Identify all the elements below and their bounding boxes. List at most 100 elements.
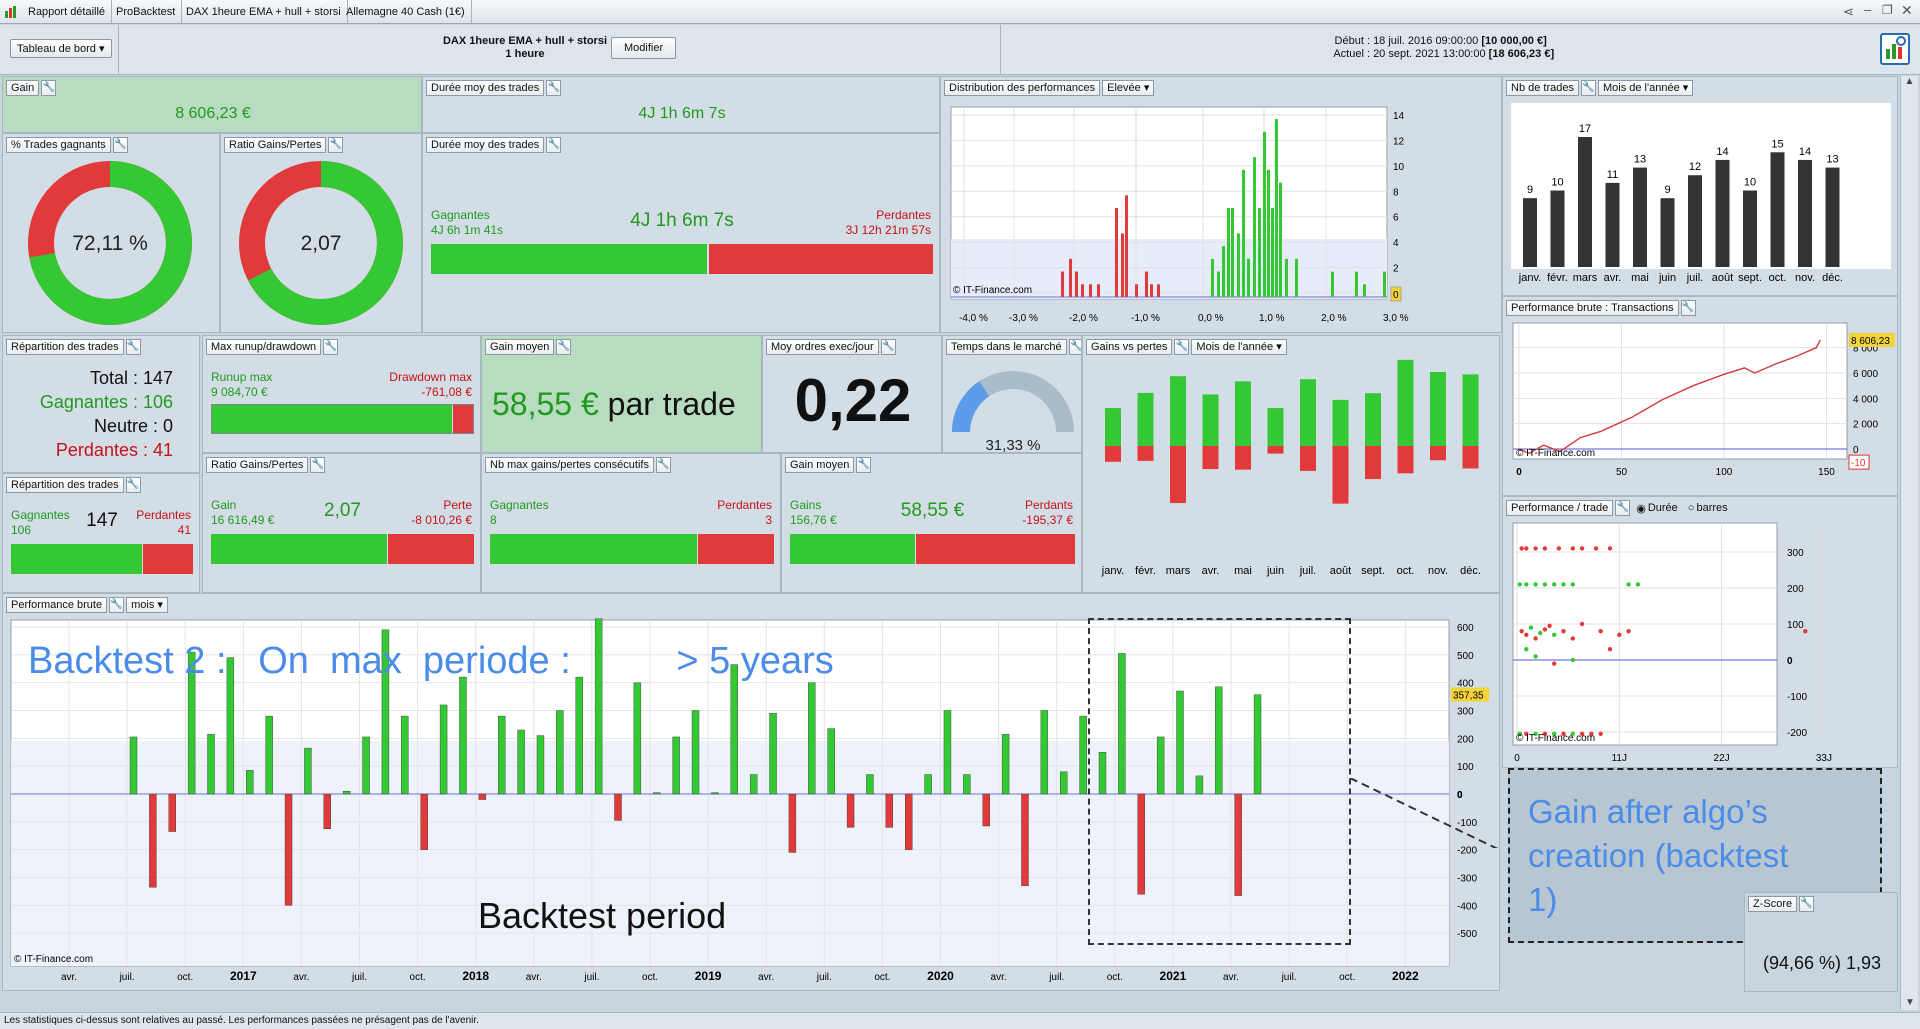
- tab-strategy[interactable]: DAX 1heure EMA + hull + storsi: [180, 0, 348, 24]
- consecutive-loss: Perdantes 3: [717, 498, 772, 528]
- month-label: avr.: [1202, 565, 1220, 577]
- tab-instrument[interactable]: Allemagne 40 Cash (1€): [340, 0, 472, 24]
- distribution-dropdown[interactable]: Elevée ▾: [1102, 80, 1155, 96]
- trade-point: [1552, 632, 1557, 637]
- wrench-icon[interactable]: 🔧: [856, 457, 872, 473]
- month-bar-label: 14: [1716, 146, 1728, 158]
- avg-gain-bar-loss: Perdants -195,37 €: [1022, 498, 1073, 528]
- y-tick-label: 2: [1393, 264, 1399, 275]
- trades-per-month-dropdown[interactable]: Mois de l'année ▾: [1597, 80, 1694, 96]
- trade-point: [1803, 629, 1808, 634]
- zscore-value: (94,66 %) 1,93: [1762, 953, 1882, 973]
- repartition2-bar: [11, 544, 193, 574]
- month-bar: [827, 728, 835, 795]
- equity-chart: 8 0006 0004 0002 00000 50 100 150© IT-Finan…: [1512, 322, 1895, 478]
- scrollbar[interactable]: ▲ ▼: [1900, 76, 1918, 1010]
- wrench-icon[interactable]: 🔧: [655, 457, 671, 473]
- month-bar: [1743, 190, 1757, 267]
- ratio-bar: [211, 534, 474, 564]
- dashboard-label: Tableau de bord: [17, 43, 96, 55]
- wrench-icon[interactable]: 🔧: [112, 137, 128, 153]
- scroll-down-icon[interactable]: ▼: [1901, 997, 1919, 1008]
- month-bar-label: 9: [1527, 184, 1533, 196]
- wrench-icon[interactable]: 🔧: [323, 339, 339, 355]
- month-bar: [691, 710, 700, 795]
- distribution-panel: Distribution des performances Elevée ▾ 14…: [940, 76, 1502, 333]
- report-icon[interactable]: [1880, 33, 1910, 65]
- month-bar: [478, 793, 487, 800]
- perf-brute-dropdown[interactable]: mois ▾: [126, 597, 168, 613]
- wrench-icon[interactable]: 🔧: [1068, 339, 1081, 355]
- distribution-bar: [1115, 208, 1118, 297]
- trade-point: [1598, 731, 1603, 736]
- trade-point: [1626, 629, 1631, 634]
- consecutive-win: Gagnantes 8: [490, 498, 549, 528]
- gain-bar: [1170, 376, 1186, 446]
- month-bar: [905, 793, 913, 850]
- month-bar: [304, 747, 312, 795]
- loss-bar: [1267, 446, 1284, 454]
- distribution-bar: [1253, 157, 1256, 297]
- scroll-up-icon[interactable]: ▲: [1901, 76, 1918, 87]
- month-bar: [323, 793, 331, 829]
- trade-point: [1579, 621, 1585, 627]
- trade-point: [1570, 636, 1575, 641]
- x-tick-label: oct.: [1107, 972, 1123, 983]
- wrench-icon[interactable]: 🔧: [125, 477, 141, 493]
- tab-probacktest[interactable]: ProBacktest: [110, 0, 183, 24]
- minimize-icon[interactable]: –: [1864, 2, 1871, 17]
- avg-gain-big-value: 58,55 € par trade: [492, 386, 736, 423]
- dashboard-dropdown[interactable]: Tableau de bord ▾: [10, 39, 112, 58]
- trades-per-month-chart: 9 janv. 10 févr. 17 mars 11 avr. 13 mai 9 juin 12 jui…: [1511, 103, 1891, 284]
- month-bar: [207, 733, 215, 795]
- restore-icon[interactable]: ❐: [1882, 3, 1893, 17]
- wrench-icon[interactable]: 🔧: [546, 80, 562, 96]
- wrench-icon[interactable]: 🔧: [1174, 339, 1190, 355]
- last-value-label: 8 606,23: [1851, 336, 1890, 347]
- y-tick-label: 6: [1393, 213, 1399, 224]
- month-bar: [1060, 771, 1068, 795]
- radio-bars[interactable]: ○: [1688, 502, 1695, 514]
- share-icon[interactable]: ⋖: [1843, 4, 1854, 20]
- month-bar: [711, 792, 719, 795]
- x-tick-label: juil.: [351, 972, 367, 983]
- wrench-icon[interactable]: 🔧: [125, 339, 141, 355]
- wrench-icon[interactable]: 🔧: [1615, 500, 1631, 516]
- modify-button[interactable]: Modifier: [611, 37, 677, 59]
- trade-point: [1570, 657, 1575, 663]
- month-bar: [982, 793, 990, 827]
- ratio-bar-loss-label: Perte: [443, 498, 472, 512]
- perf-per-trade-panel: Performance / trade 🔧 ◉ Durée ○ barres 300 2…: [1502, 496, 1898, 768]
- distribution-bar: [1237, 233, 1240, 297]
- win-pct-donut: 72,11 %: [28, 161, 192, 325]
- tab-detailed-report[interactable]: Rapport détaillé: [22, 0, 113, 24]
- start-label: Début :: [1334, 35, 1370, 47]
- radio-duration[interactable]: ◉: [1636, 502, 1646, 515]
- wrench-icon[interactable]: 🔧: [1680, 300, 1696, 316]
- wrench-icon[interactable]: 🔧: [1799, 896, 1815, 912]
- trade-point: [1635, 582, 1641, 587]
- wrench-icon[interactable]: 🔧: [109, 597, 125, 613]
- wrench-icon[interactable]: 🔧: [546, 137, 562, 153]
- close-icon[interactable]: ✕: [1901, 2, 1913, 19]
- gains-vs-losses-dropdown[interactable]: Mois de l'année ▾: [1191, 339, 1287, 355]
- trade-point: [1598, 629, 1603, 634]
- month-label: août: [1712, 272, 1733, 284]
- wrench-icon[interactable]: 🔧: [41, 80, 57, 96]
- trade-point: [1519, 629, 1524, 634]
- ratio-donut-value: 2,07: [301, 232, 342, 255]
- wrench-icon[interactable]: 🔧: [556, 339, 572, 355]
- x-tick-label: oct.: [1339, 972, 1355, 983]
- distribution-dropdown-label: Elevée: [1107, 82, 1141, 94]
- start-value: [10 000,00 €]: [1481, 35, 1547, 47]
- trade-point: [1533, 546, 1538, 551]
- bar-loss: [452, 405, 473, 433]
- perf-per-trade-credit: © IT-Finance.com: [1516, 733, 1595, 744]
- wrench-icon[interactable]: 🔧: [310, 457, 326, 473]
- avg-duration-top-value: 4J 1h 6m 7s: [638, 105, 726, 122]
- wrench-icon[interactable]: 🔧: [880, 339, 896, 355]
- month-label: juin: [1658, 272, 1676, 284]
- wrench-icon[interactable]: 🔧: [328, 137, 344, 153]
- month-bar: [517, 729, 525, 795]
- wrench-icon[interactable]: 🔧: [1580, 80, 1596, 96]
